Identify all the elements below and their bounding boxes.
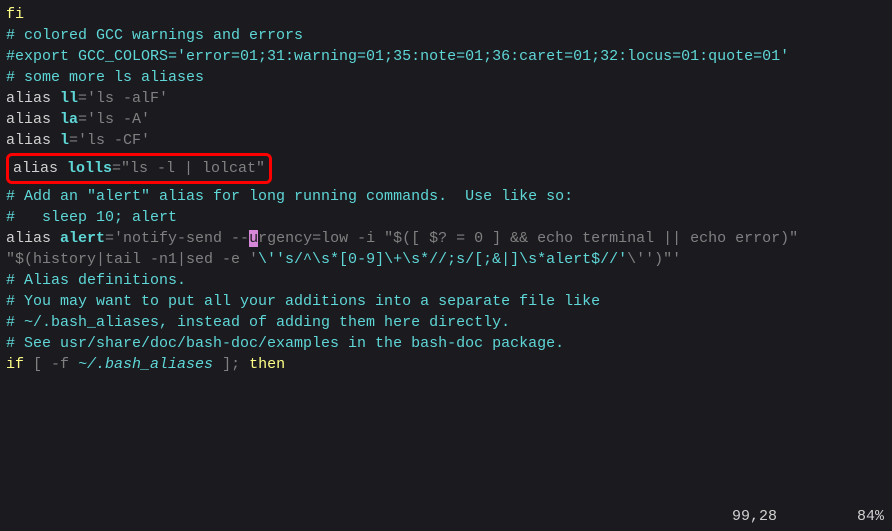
alias-value: ='ls -CF' (69, 132, 150, 149)
comment: # some more ls aliases (6, 67, 886, 88)
status-bar: 99,28 84% (732, 506, 884, 527)
keyword-then: then (249, 356, 285, 373)
alias-value: ='notify-send -- (105, 230, 249, 247)
alias-keyword: alias (6, 111, 51, 128)
keyword-fi: fi (6, 6, 24, 23)
string-part: \'' (627, 251, 654, 268)
alias-name: alert (51, 230, 105, 247)
alias-value: rgency=low -i "$([ $? = 0 ] && echo term… (258, 230, 807, 247)
comment: #export GCC_COLORS='error=01;31:warning=… (6, 46, 886, 67)
alias-line: alias l='ls -CF' (6, 130, 886, 151)
alias-name: la (51, 111, 78, 128)
comment: # See usr/share/doc/bash-doc/examples in… (6, 333, 886, 354)
comment: # sleep 10; alert (6, 207, 886, 228)
alias-line: alias la='ls -A' (6, 109, 886, 130)
comment: # colored GCC warnings and errors (6, 25, 886, 46)
alias-keyword: alias (13, 160, 58, 177)
if-line: if [ -f ~/.bash_aliases ]; then (6, 354, 886, 375)
cursor-position: 99,28 (732, 506, 777, 527)
string-part: )"' (654, 251, 681, 268)
alias-value: ="ls -l | lolcat" (112, 160, 265, 177)
keyword-if: if (6, 356, 24, 373)
comment: # Alias definitions. (6, 270, 886, 291)
alias-alert-line2: "$(history|tail -n1|sed -e '\''s/^\s*[0-… (6, 249, 886, 270)
highlighted-alias: alias lolls="ls -l | lolcat" (6, 151, 886, 186)
highlight-box: alias lolls="ls -l | lolcat" (6, 153, 272, 184)
alias-name: lolls (58, 160, 112, 177)
alias-alert-line1: alias alert='notify-send --urgency=low -… (6, 228, 886, 249)
alias-value: ='ls -alF' (78, 90, 168, 107)
if-test: [ -f (24, 356, 78, 373)
string-part: "$(history|tail -n1|sed -e ' (6, 251, 258, 268)
editor-content[interactable]: fi # colored GCC warnings and errors #ex… (6, 4, 886, 375)
alias-value: ='ls -A' (78, 111, 150, 128)
if-end: ]; (213, 356, 249, 373)
alias-keyword: alias (6, 230, 51, 247)
alias-name: l (51, 132, 69, 149)
path: ~/.bash_aliases (78, 356, 213, 373)
cursor: u (249, 230, 258, 247)
scroll-percent: 84% (857, 506, 884, 527)
comment: # You may want to put all your additions… (6, 291, 886, 312)
alias-keyword: alias (6, 132, 51, 149)
alias-name: ll (51, 90, 78, 107)
alias-keyword: alias (6, 90, 51, 107)
string-part: \''s/^\s*[0-9]\+\s*//;s/[;&|]\s*alert$//… (258, 251, 627, 268)
comment: # ~/.bash_aliases, instead of adding the… (6, 312, 886, 333)
alias-line: alias ll='ls -alF' (6, 88, 886, 109)
comment: # Add an "alert" alias for long running … (6, 186, 886, 207)
